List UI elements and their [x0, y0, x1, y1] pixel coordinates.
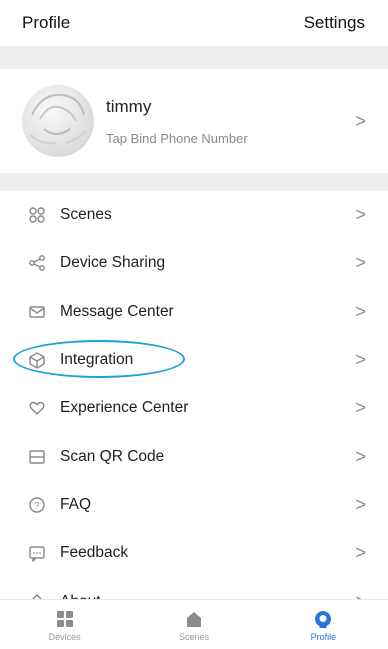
grid-icon: [56, 611, 73, 627]
menu-item-label: FAQ: [60, 495, 92, 513]
avatar-illustration: [29, 93, 87, 145]
chevron-right-icon: >: [355, 446, 366, 467]
profile-info: timmy Tap Bind Phone Number: [106, 97, 248, 146]
avatar: [22, 85, 94, 157]
home-icon: [186, 612, 201, 627]
menu-item-experience-center[interactable]: Experience Center >: [0, 384, 388, 433]
chevron-right-icon: >: [355, 204, 366, 225]
menu-item-label: Experience Center: [60, 399, 189, 417]
top-bar: Profile Settings: [0, 0, 388, 46]
heart-icon: [26, 397, 48, 419]
menu-item-label: Device Sharing: [60, 254, 166, 272]
chevron-right-icon: >: [355, 542, 366, 563]
message-icon: [26, 301, 48, 323]
menu-item-message-center[interactable]: Message Center >: [0, 287, 388, 336]
chevron-right-icon: >: [355, 397, 366, 418]
settings-button[interactable]: Settings: [304, 13, 365, 33]
chevron-right-icon: >: [355, 349, 366, 370]
user-icon: [315, 611, 332, 628]
profile-card[interactable]: timmy Tap Bind Phone Number >: [0, 69, 388, 173]
profile-name: timmy: [106, 96, 152, 116]
integration-highlight-circle: [13, 340, 185, 378]
section-divider: [0, 46, 388, 69]
bottom-tab-bar: Devices Scenes Profile: [0, 599, 388, 649]
profile-menu: Scenes > Device Sharing > Message Center…: [0, 191, 388, 626]
tab-label: Scenes: [178, 632, 209, 642]
bind-phone-hint: Tap Bind Phone Number: [106, 130, 248, 146]
menu-item-label: Scenes: [60, 206, 112, 224]
help-icon: ?: [26, 494, 48, 516]
menu-item-label: Message Center: [60, 302, 174, 320]
scenes-icon: [26, 204, 48, 226]
chevron-right-icon: >: [355, 494, 366, 515]
tab-scenes[interactable]: Scenes: [129, 600, 258, 649]
menu-item-scan-qr-code[interactable]: Scan QR Code >: [0, 432, 388, 481]
share-icon: [26, 252, 48, 274]
menu-item-faq[interactable]: ? FAQ >: [0, 480, 388, 530]
chevron-right-icon: >: [355, 110, 366, 131]
svg-text:?: ?: [34, 500, 39, 510]
menu-item-device-sharing[interactable]: Device Sharing >: [0, 239, 388, 288]
tab-label: Profile: [310, 632, 337, 642]
menu-item-label: Feedback: [60, 544, 129, 562]
menu-item-feedback[interactable]: Feedback >: [0, 529, 388, 578]
scan-icon: [26, 446, 48, 468]
section-divider: [0, 173, 388, 191]
feedback-icon: [26, 542, 48, 564]
tab-label: Devices: [48, 632, 81, 642]
menu-item-label: Scan QR Code: [60, 447, 165, 465]
menu-item-scenes[interactable]: Scenes >: [0, 191, 388, 240]
chevron-right-icon: >: [355, 252, 366, 273]
page-title: Profile: [22, 13, 71, 32]
tab-profile[interactable]: Profile: [259, 600, 388, 649]
chevron-right-icon: >: [355, 301, 366, 322]
tab-devices[interactable]: Devices: [0, 600, 129, 649]
